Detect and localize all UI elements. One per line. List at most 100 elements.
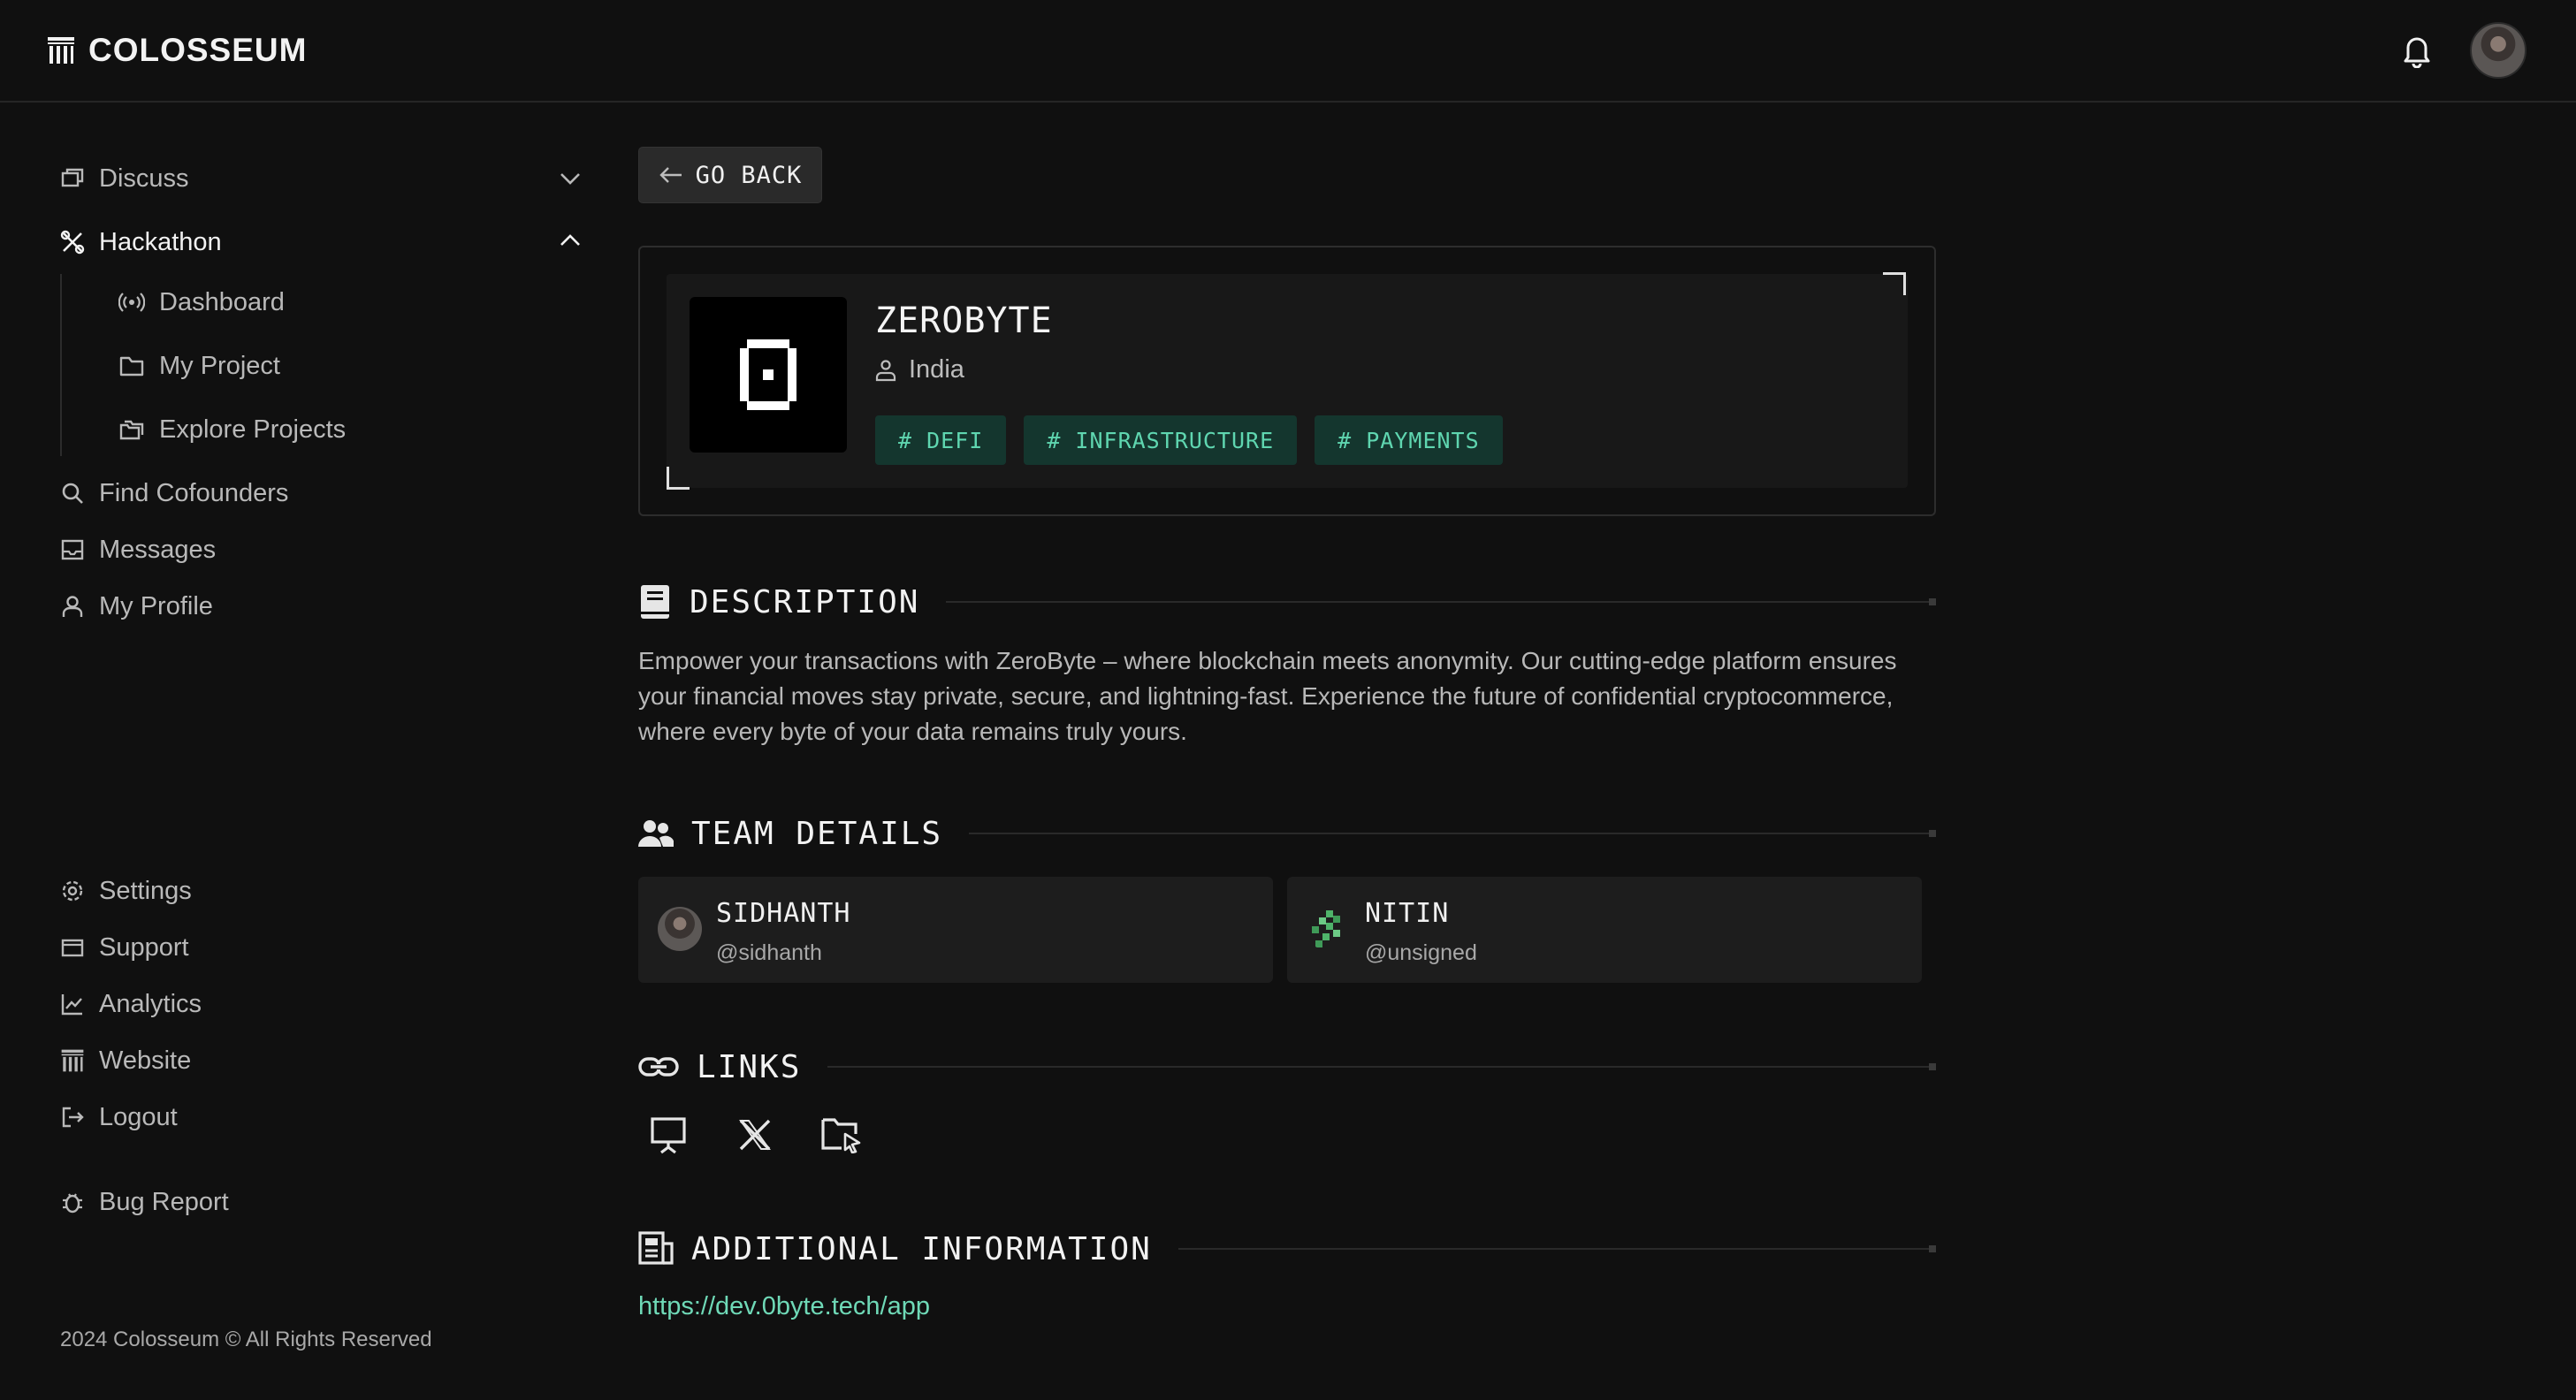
sidebar-item-label: Bug Report — [99, 1187, 229, 1216]
member-handle: @sidhanth — [716, 940, 822, 965]
sidebar-item-analytics[interactable]: Analytics — [60, 985, 583, 1023]
go-back-label: GO BACK — [695, 161, 803, 189]
colosseum-icon — [61, 1049, 84, 1072]
additional-info-section-header: ADDITIONAL INFORMATION — [638, 1225, 1937, 1273]
gear-icon — [62, 880, 83, 902]
section-title: LINKS — [697, 1048, 802, 1085]
sidebar-item-settings[interactable]: Settings — [60, 871, 583, 910]
corner-bracket — [1883, 272, 1906, 295]
chevron-down-icon[interactable] — [557, 164, 583, 191]
section-title: ADDITIONAL INFORMATION — [691, 1230, 1152, 1267]
description-section-header: DESCRIPTION — [638, 578, 1936, 626]
sidebar: Discuss Hackathon Dashboard My Project E… — [0, 104, 619, 1400]
tools-icon — [60, 230, 85, 255]
brand-name: COLOSSEUM — [88, 32, 308, 68]
section-title: TEAM DETAILS — [691, 815, 943, 852]
chat-icon — [61, 168, 84, 187]
project-name: ZEROBYTE — [875, 301, 1053, 341]
project-description: Empower your transactions with ZeroByte … — [638, 647, 1897, 745]
sidebar-item-label: Support — [99, 932, 189, 962]
additional-info-link[interactable]: https://dev.0byte.tech/app — [638, 1292, 930, 1321]
user-avatar[interactable] — [2470, 22, 2526, 79]
search-icon — [62, 483, 83, 504]
sidebar-item-label: Discuss — [99, 164, 189, 193]
tag-payments[interactable]: # PAYMENTS — [1315, 415, 1503, 465]
project-logo — [690, 297, 847, 453]
member-name: SIDHANTH — [716, 898, 851, 929]
chevron-up-icon[interactable] — [557, 228, 583, 255]
location-text: India — [909, 355, 964, 384]
book-icon — [641, 585, 669, 619]
project-card: ZEROBYTE India # DEFI # INFRASTRUCTURE #… — [638, 246, 1936, 516]
sidebar-item-label: Website — [99, 1046, 192, 1075]
sidebar-item-messages[interactable]: Messages — [60, 530, 583, 569]
sidebar-item-discuss[interactable]: Discuss — [60, 159, 583, 198]
mail-icon — [61, 939, 84, 957]
link-icon-row — [647, 1114, 863, 1156]
sidebar-item-hackathon[interactable]: Hackathon — [60, 223, 583, 262]
section-title: DESCRIPTION — [690, 583, 920, 620]
sidebar-item-label: Find Cofounders — [99, 478, 289, 507]
member-handle: @unsigned — [1365, 940, 1477, 965]
team-section-header: TEAM DETAILS — [638, 810, 1936, 857]
folder-cursor-icon[interactable] — [820, 1114, 863, 1156]
corner-bracket — [667, 467, 690, 490]
link-icon — [638, 1057, 679, 1077]
bell-icon[interactable] — [2401, 33, 2433, 68]
logout-icon — [62, 1107, 84, 1128]
sidebar-item-label: Messages — [99, 535, 217, 564]
sidebar-item-label: Settings — [99, 876, 192, 905]
sidebar-item-my-profile[interactable]: My Profile — [60, 587, 583, 626]
section-divider — [1177, 1245, 1937, 1252]
sidebar-item-label: Logout — [99, 1102, 178, 1131]
section-divider — [969, 830, 1936, 837]
sidebar-item-find-cofounders[interactable]: Find Cofounders — [60, 474, 583, 513]
sidebar-item-explore-projects[interactable]: Explore Projects — [118, 410, 583, 449]
sidebar-item-support[interactable]: Support — [60, 928, 583, 967]
tag-list: # DEFI # INFRASTRUCTURE # PAYMENTS — [875, 415, 1503, 465]
user-icon — [62, 596, 83, 617]
folders-icon — [119, 420, 144, 440]
zerobyte-logo-icon — [740, 339, 796, 410]
chart-icon — [61, 994, 82, 1016]
colosseum-icon — [48, 37, 74, 64]
sidebar-item-label: My Project — [159, 351, 280, 380]
inbox-icon — [61, 539, 84, 560]
tag-defi[interactable]: # DEFI — [875, 415, 1007, 465]
sidebar-item-my-project[interactable]: My Project — [118, 346, 583, 385]
main-content: GO BACK ZEROBYTE India # DEFI # INFRASTR… — [638, 104, 1937, 1400]
links-section-header: LINKS — [638, 1043, 1936, 1091]
submenu-line — [60, 274, 62, 456]
x-icon[interactable] — [734, 1114, 776, 1156]
section-divider — [827, 1063, 1936, 1070]
folder-icon — [119, 356, 144, 377]
sidebar-item-bug-report[interactable]: Bug Report — [60, 1183, 583, 1221]
section-divider — [946, 598, 1936, 605]
news-icon — [638, 1231, 674, 1265]
top-bar: COLOSSEUM — [0, 0, 2576, 103]
copyright-footer: 2024 Colosseum © All Rights Reserved — [60, 1328, 432, 1351]
broadcast-icon — [118, 293, 145, 312]
arrow-left-icon — [659, 167, 682, 183]
tag-infrastructure[interactable]: # INFRASTRUCTURE — [1024, 415, 1298, 465]
sidebar-item-logout[interactable]: Logout — [60, 1098, 583, 1137]
presentation-icon[interactable] — [647, 1114, 690, 1156]
team-member-card[interactable]: NITIN @unsigned — [1287, 877, 1922, 983]
go-back-button[interactable]: GO BACK — [638, 147, 822, 203]
team-icon — [638, 820, 674, 847]
sidebar-item-dashboard[interactable]: Dashboard — [118, 283, 583, 322]
sidebar-item-label: Hackathon — [99, 227, 222, 256]
project-location: India — [875, 355, 964, 384]
location-person-icon — [875, 359, 896, 381]
sidebar-item-label: My Profile — [99, 591, 213, 620]
member-avatar — [1312, 910, 1340, 947]
sidebar-item-label: Explore Projects — [159, 415, 347, 444]
team-member-card[interactable]: SIDHANTH @sidhanth — [638, 877, 1273, 983]
sidebar-item-website[interactable]: Website — [60, 1041, 583, 1080]
member-avatar — [658, 907, 702, 951]
sidebar-item-label: Analytics — [99, 989, 202, 1018]
member-name: NITIN — [1365, 898, 1450, 929]
sidebar-item-label: Dashboard — [159, 287, 285, 316]
bug-icon — [63, 1193, 82, 1214]
brand-logo[interactable]: COLOSSEUM — [46, 32, 307, 69]
